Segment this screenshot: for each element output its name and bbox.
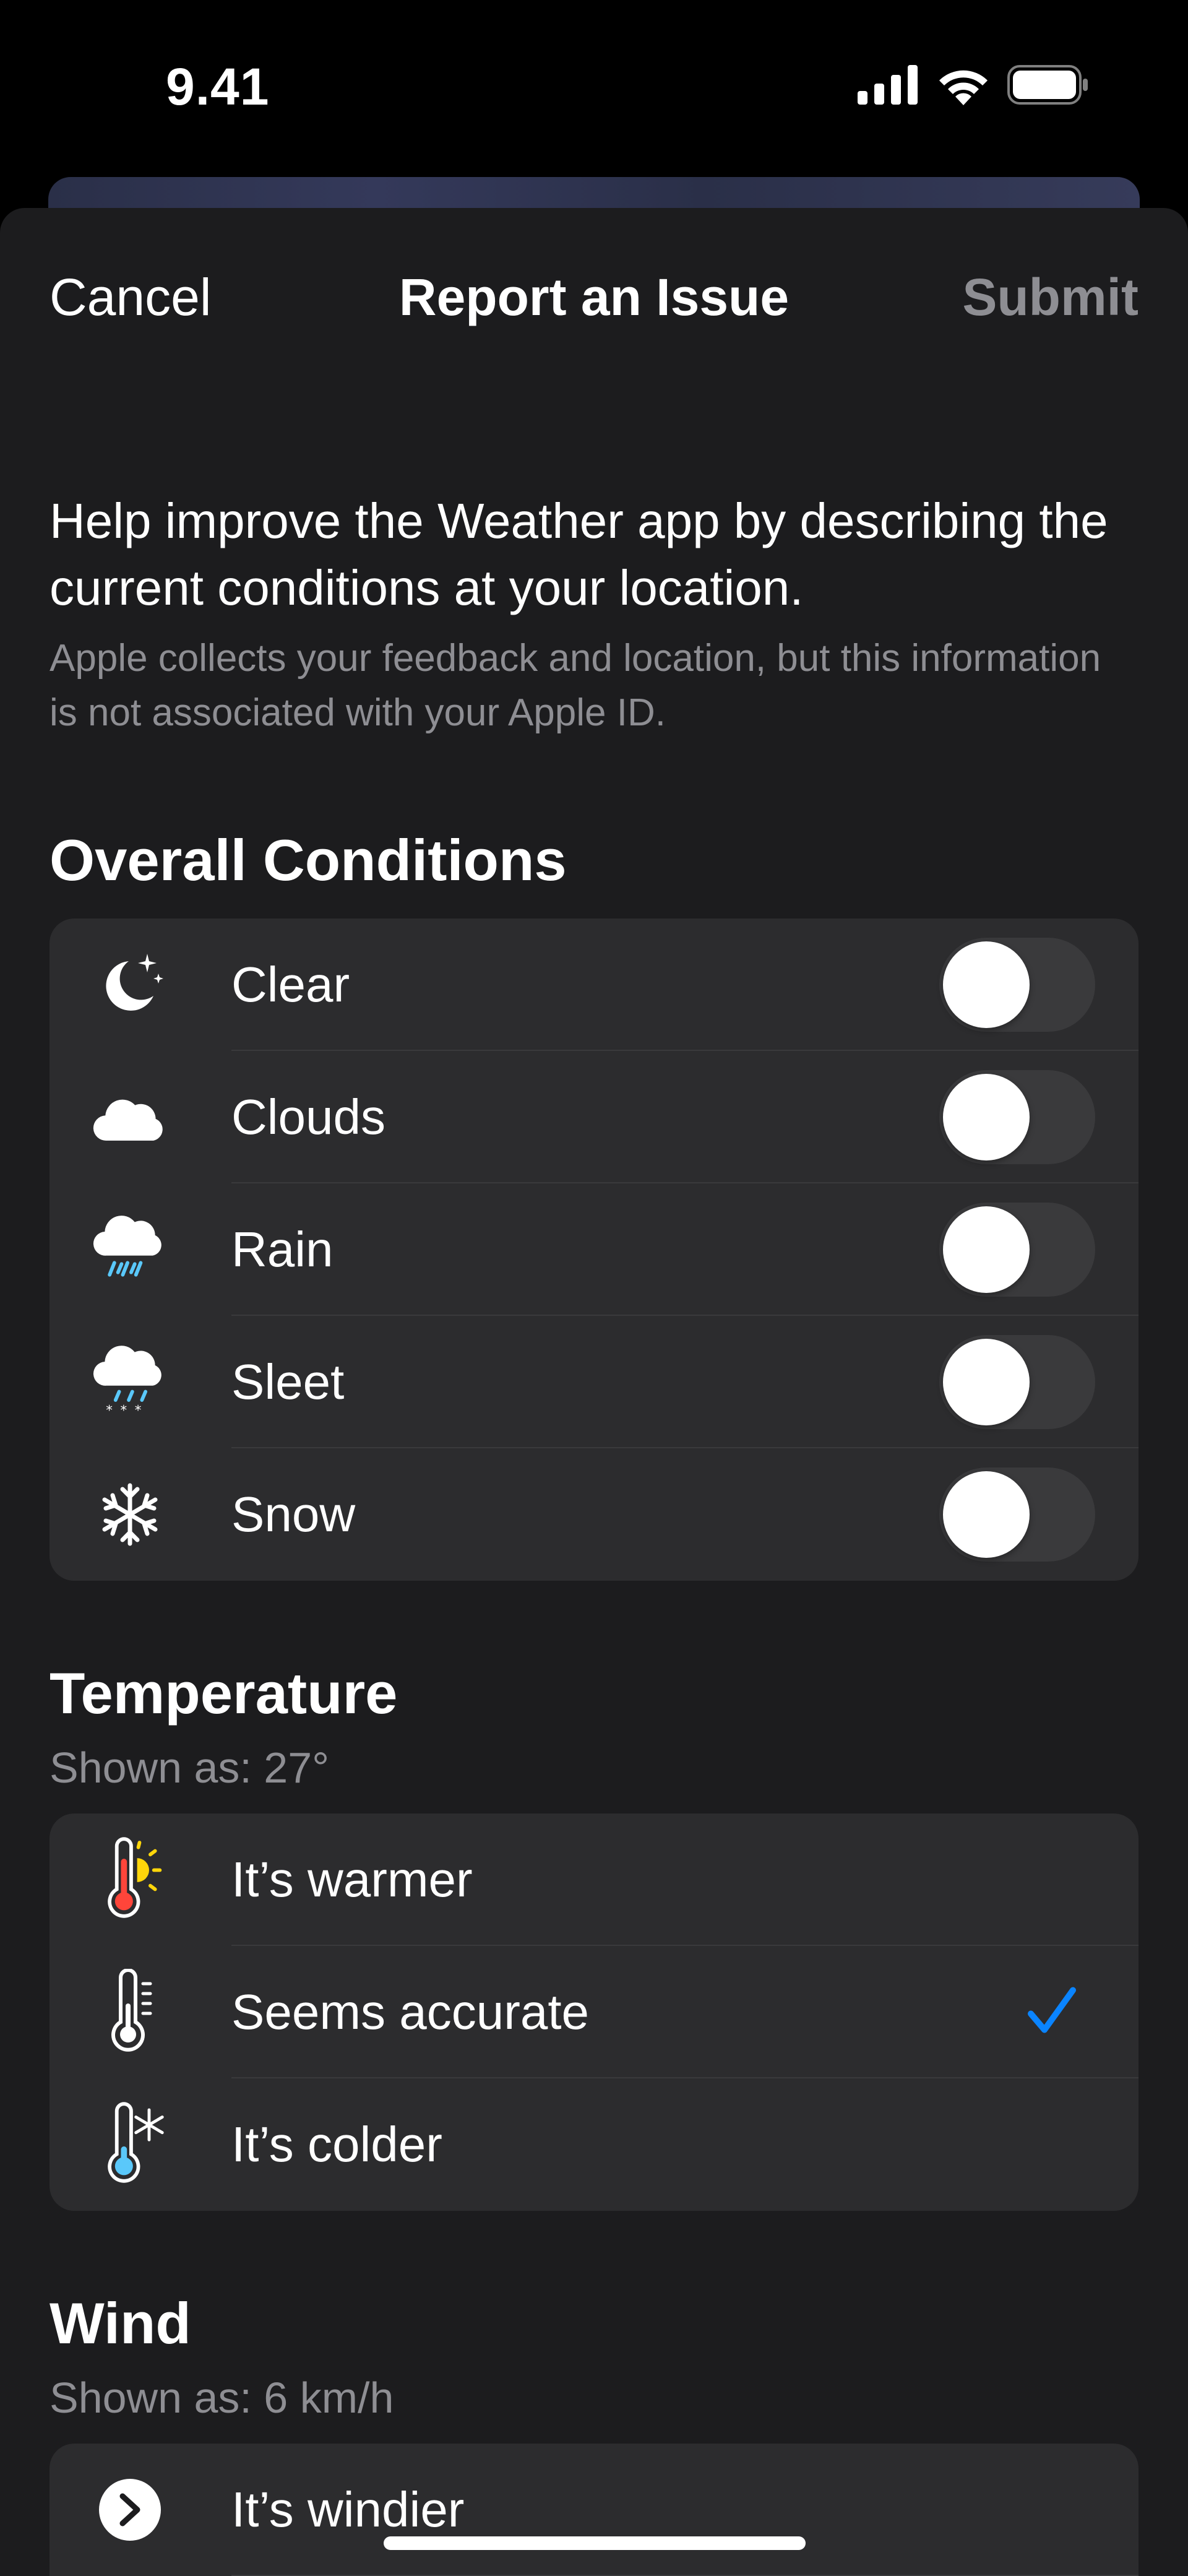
thermometer-icon — [93, 1969, 167, 2052]
temperature-shown-as: Shown as: 27° — [50, 1744, 330, 1792]
home-indicator[interactable] — [384, 2536, 806, 2550]
intro-text: Help improve the Weather app by describi… — [50, 488, 1138, 740]
temperature-row-accurate[interactable]: Seems accurate — [50, 1946, 1138, 2078]
svg-text:*: * — [135, 1403, 142, 1418]
intro-main-text: Help improve the Weather app by describi… — [50, 493, 1108, 615]
clear-toggle[interactable] — [939, 938, 1095, 1032]
condition-label: Clear — [231, 957, 350, 1012]
rain-toggle[interactable] — [939, 1203, 1095, 1297]
condition-label: Snow — [231, 1487, 356, 1542]
condition-row-clear[interactable]: Clear — [50, 918, 1138, 1051]
cellular-signal-icon — [858, 65, 918, 105]
condition-label: Sleet — [231, 1354, 345, 1409]
wind-option-label: It’s windier — [231, 2482, 465, 2537]
condition-row-rain[interactable]: Rain — [50, 1183, 1138, 1316]
temperature-option-label: It’s warmer — [231, 1852, 473, 1907]
intro-privacy-note: Apple collects your feedback and locatio… — [50, 637, 1101, 734]
status-time: 9.41 — [166, 58, 270, 116]
checkmark-icon — [1027, 1987, 1077, 2038]
svg-text:*: * — [106, 1403, 113, 1418]
status-icons — [858, 64, 1089, 105]
overall-conditions-group: Clear Clouds Rain * * * Sleet Snow — [50, 918, 1138, 1581]
wind-shown-as: Shown as: 6 km/h — [50, 2374, 394, 2422]
temperature-row-colder[interactable]: It’s colder — [50, 2078, 1138, 2211]
clouds-toggle[interactable] — [939, 1070, 1095, 1164]
thermometer-sun-icon — [93, 1837, 167, 1918]
status-bar: 9.41 — [0, 0, 1188, 179]
submit-button[interactable]: Submit — [962, 267, 1138, 327]
temperature-heading: Temperature — [50, 1661, 398, 1726]
condition-row-clouds[interactable]: Clouds — [50, 1051, 1138, 1183]
svg-text:*: * — [121, 1403, 127, 1418]
sleet-toggle[interactable] — [939, 1335, 1095, 1429]
wind-heading: Wind — [50, 2291, 191, 2356]
battery-icon — [1007, 65, 1088, 105]
temperature-option-label: It’s colder — [231, 2117, 442, 2172]
cloud-rain-icon — [93, 1212, 167, 1287]
condition-row-sleet[interactable]: * * * Sleet — [50, 1316, 1138, 1448]
temperature-option-label: Seems accurate — [231, 1984, 590, 2039]
condition-label: Clouds — [231, 1089, 386, 1144]
temperature-row-warmer[interactable]: It’s warmer — [50, 1813, 1138, 1946]
thermometer-snowflake-icon — [93, 2102, 167, 2183]
condition-row-snow[interactable]: Snow — [50, 1448, 1138, 1581]
condition-label: Rain — [231, 1222, 334, 1277]
cloud-sleet-icon: * * * — [93, 1345, 167, 1419]
arrow-circle-icon — [93, 2473, 167, 2547]
cloud-icon — [93, 1080, 167, 1154]
wifi-icon — [939, 70, 988, 105]
report-issue-sheet: Cancel Report an Issue Submit Help impro… — [0, 208, 1188, 2576]
wind-group: It’s windier — [50, 2444, 1138, 2576]
temperature-group: It’s warmer Seems accurate It’s colder — [50, 1813, 1138, 2211]
snow-toggle[interactable] — [939, 1467, 1095, 1562]
overall-conditions-heading: Overall Conditions — [50, 828, 567, 893]
wind-row-windier[interactable]: It’s windier — [50, 2444, 1138, 2576]
snowflake-icon — [93, 1477, 167, 1552]
navigation-bar: Cancel Report an Issue Submit — [0, 208, 1188, 381]
moon-stars-icon — [93, 948, 167, 1022]
